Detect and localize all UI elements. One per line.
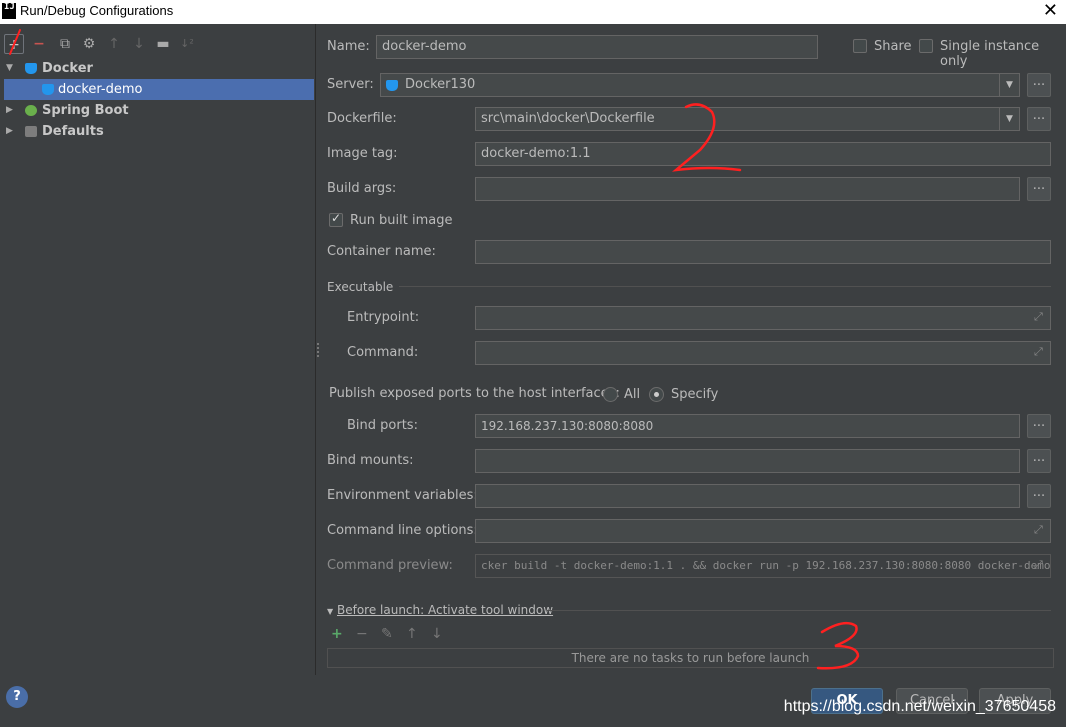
server-select[interactable]: Docker130 ▼ — [380, 73, 1020, 97]
cmd-preview-field: cker build -t docker-demo:1.1 . && docke… — [475, 554, 1051, 578]
move-task-up-icon[interactable]: ↑ — [406, 626, 418, 642]
build-args-label: Build args: — [327, 181, 397, 196]
run-built-image-checkbox[interactable] — [329, 211, 343, 227]
image-tag-label: Image tag: — [327, 146, 398, 161]
expand-icon[interactable]: ⤢ — [1034, 346, 1046, 358]
close-icon[interactable]: ✕ — [1043, 0, 1058, 21]
edit-task-icon[interactable]: ✎ — [381, 626, 393, 642]
before-launch-header[interactable]: ▼ Before launch: Activate tool window — [327, 603, 553, 617]
bind-mounts-label: Bind mounts: — [327, 453, 414, 468]
share-checkbox[interactable] — [853, 39, 867, 53]
single-instance-label: Single instance only — [940, 39, 1040, 69]
docker-icon — [386, 80, 398, 91]
env-vars-input[interactable] — [475, 484, 1020, 508]
copy-configuration-icon[interactable]: ⧉ — [55, 34, 75, 54]
tree-item-defaults[interactable]: ▶ Defaults — [0, 121, 316, 142]
env-vars-browse-button[interactable]: ... — [1027, 484, 1051, 508]
sidebar-toolbar: + − ⧉ ⚙ ↑ ↓ ▬ ↓² — [0, 32, 316, 56]
move-up-icon[interactable]: ↑ — [104, 34, 124, 54]
move-down-icon[interactable]: ↓ — [129, 34, 149, 54]
collapse-arrow-icon[interactable]: ▶ — [6, 121, 13, 142]
collapse-arrow-icon[interactable]: ▶ — [6, 100, 13, 121]
cmd-preview-value: cker build -t docker-demo:1.1 . && docke… — [481, 559, 1051, 572]
container-name-label: Container name: — [327, 244, 436, 259]
server-value: Docker130 — [405, 77, 476, 92]
server-label: Server: — [327, 77, 374, 92]
bind-mounts-input[interactable] — [475, 449, 1020, 473]
docker-icon — [42, 84, 54, 95]
publish-all-radio[interactable] — [603, 387, 618, 402]
add-task-icon[interactable]: + — [331, 626, 343, 642]
dockerfile-select[interactable]: src\main\docker\Dockerfile ▼ — [475, 107, 1020, 131]
command-label: Command: — [347, 345, 419, 360]
sort-icon[interactable]: ↓² — [177, 34, 197, 54]
tree-item-label: Spring Boot — [42, 103, 129, 118]
container-name-input[interactable] — [475, 240, 1051, 264]
tree-item-label: Docker — [42, 61, 93, 76]
spring-boot-icon — [25, 105, 37, 116]
cmd-preview-label: Command preview: — [327, 558, 453, 573]
run-built-image-label: Run built image — [350, 213, 453, 228]
expand-icon[interactable]: ⤢ — [1034, 311, 1046, 323]
bind-ports-label: Bind ports: — [347, 418, 418, 433]
folder-icon[interactable]: ▬ — [153, 34, 173, 54]
configurations-sidebar: + − ⧉ ⚙ ↑ ↓ ▬ ↓² ▼ Docker docker-demo ▶ … — [0, 24, 316, 675]
tree-item-label: docker-demo — [58, 82, 143, 97]
build-args-input[interactable] — [475, 177, 1020, 201]
edit-defaults-icon[interactable]: ⚙ — [79, 34, 99, 54]
tree-item-label: Defaults — [42, 124, 104, 139]
entrypoint-input[interactable]: ⤢ — [475, 306, 1051, 330]
tree-item-docker-demo[interactable]: docker-demo — [4, 79, 314, 100]
image-tag-input[interactable]: docker-demo:1.1 — [475, 142, 1051, 166]
section-divider — [399, 286, 1051, 287]
bind-mounts-browse-button[interactable]: ... — [1027, 449, 1051, 473]
cmd-line-options-label: Command line options: — [327, 523, 478, 538]
collapse-triangle-icon[interactable]: ▼ — [327, 607, 333, 616]
dockerfile-browse-button[interactable]: ... — [1027, 107, 1051, 131]
publish-all-label: All — [624, 387, 641, 402]
intellij-app-icon: IJ — [2, 3, 16, 19]
add-configuration-button[interactable]: + — [4, 34, 24, 54]
executable-section-title: Executable — [327, 280, 394, 294]
expand-icon[interactable]: ⤢ — [1034, 559, 1046, 571]
csdn-watermark: https://blog.csdn.net/weixin_37650458 — [783, 698, 1056, 715]
before-launch-toolbar: + − ✎ ↑ ↓ — [331, 626, 471, 644]
tree-item-docker[interactable]: ▼ Docker — [0, 58, 316, 79]
title-bar: IJ Run/Debug Configurations ✕ — [0, 0, 1066, 24]
configuration-tree: ▼ Docker docker-demo ▶ Spring Boot ▶ Def… — [0, 58, 316, 142]
env-vars-label: Environment variables: — [327, 488, 478, 503]
share-label: Share — [874, 39, 912, 54]
build-args-browse-button[interactable]: ... — [1027, 177, 1051, 201]
window-title: Run/Debug Configurations — [20, 3, 174, 18]
remove-task-icon[interactable]: − — [356, 626, 368, 642]
move-task-down-icon[interactable]: ↓ — [431, 626, 443, 642]
entrypoint-label: Entrypoint: — [347, 310, 420, 325]
help-icon[interactable]: ? — [6, 686, 28, 708]
name-label: Name: — [327, 39, 370, 54]
expand-arrow-icon[interactable]: ▼ — [6, 58, 13, 79]
before-launch-task-list: There are no tasks to run before launch — [327, 648, 1054, 668]
publish-specify-label: Specify — [671, 387, 719, 402]
expand-icon[interactable]: ⤢ — [1034, 524, 1046, 536]
section-divider — [547, 610, 1051, 611]
dockerfile-value: src\main\docker\Dockerfile — [481, 111, 655, 126]
before-launch-title: Before launch: Activate tool window — [336, 603, 554, 617]
cmd-line-options-input[interactable]: ⤢ — [475, 519, 1051, 543]
publish-ports-label: Publish exposed ports to the host interf… — [329, 386, 620, 401]
publish-specify-radio[interactable] — [649, 387, 664, 402]
chevron-down-icon[interactable]: ▼ — [999, 108, 1019, 130]
server-browse-button[interactable]: ... — [1027, 73, 1051, 97]
docker-icon — [25, 63, 37, 74]
configuration-form: Name: docker-demo Share Single instance … — [317, 24, 1066, 727]
name-input[interactable]: docker-demo — [376, 35, 818, 59]
command-input[interactable]: ⤢ — [475, 341, 1051, 365]
dockerfile-label: Dockerfile: — [327, 111, 397, 126]
bind-ports-browse-button[interactable]: ... — [1027, 414, 1051, 438]
single-instance-checkbox[interactable] — [919, 39, 933, 53]
chevron-down-icon[interactable]: ▼ — [999, 74, 1019, 96]
bind-ports-input[interactable]: 192.168.237.130:8080:8080 — [475, 414, 1020, 438]
defaults-icon — [25, 126, 37, 137]
remove-configuration-button[interactable]: − — [29, 34, 49, 54]
tree-item-spring-boot[interactable]: ▶ Spring Boot — [0, 100, 316, 121]
